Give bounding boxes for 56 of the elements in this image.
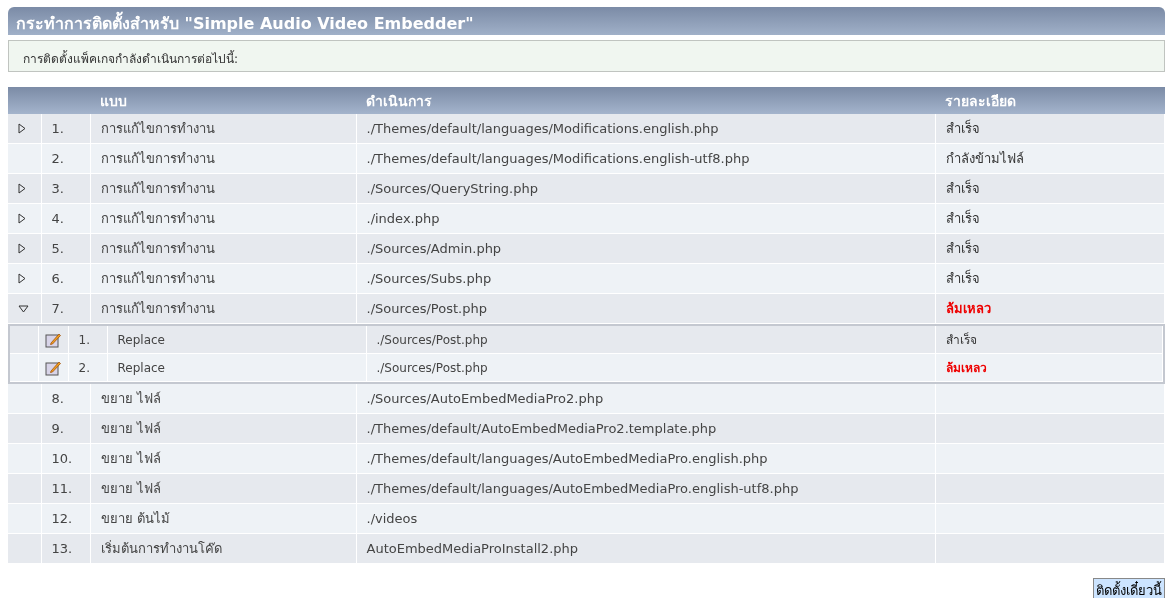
column-header: แบบ bbox=[90, 87, 356, 114]
expand-icon[interactable] bbox=[18, 183, 26, 194]
notice-message: การติดตั้งแพ็คเกจกำลังดำเนินการต่อไปนี้: bbox=[8, 40, 1165, 72]
table-cell: ขยาย ไฟล์ bbox=[90, 413, 356, 444]
table-cell: ./Sources/Post.php bbox=[356, 293, 935, 324]
status-text: สำเร็จ bbox=[945, 181, 980, 196]
status-text: สำเร็จ bbox=[945, 333, 977, 347]
column-header: ดำเนินการ bbox=[356, 87, 935, 114]
table-cell: การแก้ไขการทำงาน bbox=[90, 114, 356, 144]
page-title: กระทำการติดตั้งสำหรับ "Simple Audio Video Embedder" bbox=[8, 7, 1165, 35]
expand-icon[interactable] bbox=[18, 273, 26, 284]
table-cell: AutoEmbedMediaProInstall2.php bbox=[356, 533, 935, 564]
table-cell: ./Themes/default/languages/Modifications.english-utf8.php bbox=[356, 143, 935, 174]
table-cell: ขยาย ต้นไม้ bbox=[90, 503, 356, 534]
row-number: 1. bbox=[68, 326, 107, 354]
table-cell: การแก้ไขการทำงาน bbox=[90, 263, 356, 294]
expand-icon[interactable] bbox=[18, 123, 26, 134]
table-cell: ./Sources/Subs.php bbox=[356, 263, 935, 294]
table-cell: ./Themes/default/AutoEmbedMediaPro2.template.php bbox=[356, 413, 935, 444]
table-cell: การแก้ไขการทำงาน bbox=[90, 203, 356, 234]
table-cell: ./Themes/default/languages/AutoEmbedMediaPro.english.php bbox=[356, 443, 935, 474]
table-cell: ./Sources/Post.php bbox=[366, 326, 935, 354]
edit-icon bbox=[44, 331, 61, 348]
expand-icon[interactable] bbox=[18, 243, 26, 254]
table-cell: ./Sources/Admin.php bbox=[356, 233, 935, 264]
expand-icon[interactable] bbox=[18, 213, 26, 224]
install-button[interactable]: ติดตั้งเดี๋ยวนี้ bbox=[1093, 578, 1165, 598]
table-cell: ./Themes/default/languages/Modifications.english.php bbox=[356, 114, 935, 144]
table-cell: ./Sources/QueryString.php bbox=[356, 173, 935, 204]
status-text: กำลังข้ามไฟล์ bbox=[945, 151, 1024, 166]
status-text: สำเร็จ bbox=[945, 211, 980, 226]
status-text: สำเร็จ bbox=[945, 241, 980, 256]
status-text: สำเร็จ bbox=[945, 271, 980, 286]
edit-icon bbox=[44, 359, 61, 376]
row-number: 8. bbox=[41, 384, 90, 414]
table-cell: ./Sources/Post.php bbox=[366, 353, 935, 382]
table-cell: ./Sources/AutoEmbedMediaPro2.php bbox=[356, 384, 935, 414]
table-cell: การแก้ไขการทำงาน bbox=[90, 143, 356, 174]
table-cell: การแก้ไขการทำงาน bbox=[90, 233, 356, 264]
table-cell: การแก้ไขการทำงาน bbox=[90, 293, 356, 324]
table-cell: ขยาย ไฟล์ bbox=[90, 473, 356, 504]
collapse-icon[interactable] bbox=[18, 304, 29, 313]
status-text: สำเร็จ bbox=[945, 121, 980, 136]
column-header: รายละเอียด bbox=[935, 87, 1165, 114]
table-cell: ขยาย ไฟล์ bbox=[90, 443, 356, 474]
table-cell: เริ่มต้นการทำงานโค๊ด bbox=[90, 533, 356, 564]
table-cell: Replace bbox=[107, 353, 366, 382]
table-cell: ./Themes/default/languages/AutoEmbedMediaPro.english-utf8.php bbox=[356, 473, 935, 504]
table-cell: ขยาย ไฟล์ bbox=[90, 384, 356, 414]
table-cell: ./index.php bbox=[356, 203, 935, 234]
status-text: ล้มเหลว bbox=[945, 301, 991, 316]
row-number: 1. bbox=[41, 114, 90, 144]
status-text: ล้มเหลว bbox=[945, 361, 987, 375]
table-cell: Replace bbox=[107, 326, 366, 354]
table-cell: ./videos bbox=[356, 503, 935, 534]
table-cell: การแก้ไขการทำงาน bbox=[90, 173, 356, 204]
